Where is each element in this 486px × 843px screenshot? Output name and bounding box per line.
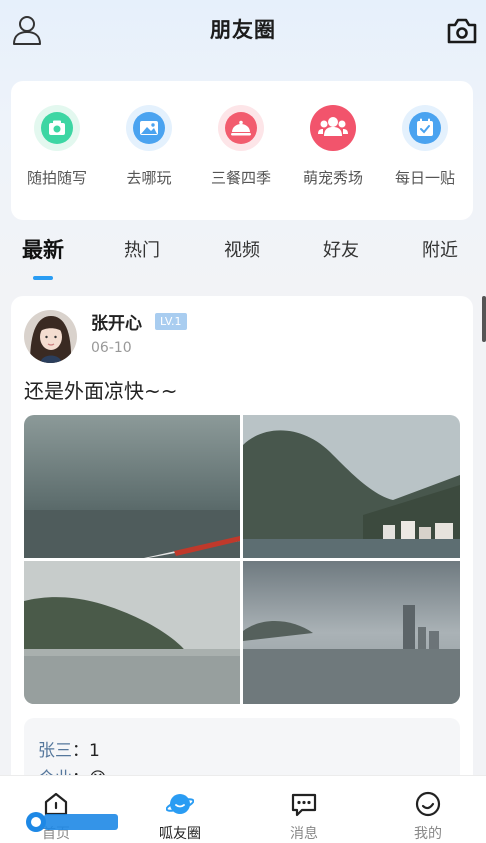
quick-action-pets[interactable]: 萌宠秀场: [287, 105, 379, 188]
camera-icon: [34, 105, 80, 151]
nav-label: 消息: [290, 826, 318, 842]
quick-actions-card: 随拍随写 去哪玩 三餐四季 萌宠秀场 每日一贴: [11, 81, 473, 220]
page-title: 朋友圈: [210, 18, 276, 42]
post-photo[interactable]: [243, 415, 460, 558]
image-icon: [126, 105, 172, 151]
scrollbar[interactable]: [482, 296, 486, 342]
calendar-check-icon: [402, 105, 448, 151]
quick-action-label: 萌宠秀场: [302, 169, 363, 187]
author-name[interactable]: 张开心: [91, 309, 142, 334]
level-badge: LV.1: [155, 313, 187, 330]
post-photo[interactable]: [24, 561, 240, 704]
photo-grid: [24, 415, 460, 704]
nav-label: 我的: [414, 826, 442, 842]
post-text: 还是外面凉快~~: [24, 379, 178, 403]
camera-icon[interactable]: [446, 16, 478, 46]
nav-label: 呱友圈: [159, 826, 201, 842]
tab-hot[interactable]: 热门: [124, 236, 160, 262]
watermark-logo: [26, 812, 118, 832]
post-card[interactable]: 张开心 LV.1 06-10 还是外面凉快~~ 张三：1: [11, 296, 473, 816]
app-header: 朋友圈: [0, 0, 486, 62]
group-icon: [310, 105, 356, 151]
quick-action-daily-post[interactable]: 每日一贴: [379, 105, 471, 188]
quick-action-label: 三餐四季: [210, 169, 271, 187]
nav-friends-circle[interactable]: 呱友圈: [140, 790, 220, 843]
profile-icon: [415, 791, 441, 817]
quick-action-meals[interactable]: 三餐四季: [195, 105, 287, 188]
post-photo[interactable]: [24, 415, 240, 558]
post-photo[interactable]: [243, 561, 460, 704]
tab-indicator: [33, 276, 53, 280]
comment-author[interactable]: 张三: [38, 741, 72, 761]
tab-video[interactable]: 视频: [224, 236, 260, 262]
chat-icon: [291, 793, 317, 817]
quick-action-label: 每日一贴: [394, 169, 455, 187]
feed-tabs: 最新 热门 视频 好友 附近: [0, 236, 486, 286]
quick-action-places[interactable]: 去哪玩: [103, 105, 195, 188]
planet-icon: [166, 794, 194, 814]
avatar[interactable]: [24, 310, 77, 363]
quick-action-label: 随拍随写: [26, 169, 87, 187]
quick-action-snapshot[interactable]: 随拍随写: [11, 105, 103, 188]
comment-colon: ：: [72, 741, 89, 761]
comment-text: 1: [89, 741, 100, 761]
tab-latest[interactable]: 最新: [22, 234, 64, 264]
nav-profile[interactable]: 我的: [388, 790, 468, 843]
tab-nearby[interactable]: 附近: [422, 236, 458, 262]
quick-action-label: 去哪玩: [126, 169, 172, 187]
nav-messages[interactable]: 消息: [264, 790, 344, 843]
tab-friends[interactable]: 好友: [323, 236, 359, 262]
post-date: 06-10: [91, 340, 132, 356]
comment-item: 张三：1: [38, 736, 100, 761]
food-cloche-icon: [218, 105, 264, 151]
